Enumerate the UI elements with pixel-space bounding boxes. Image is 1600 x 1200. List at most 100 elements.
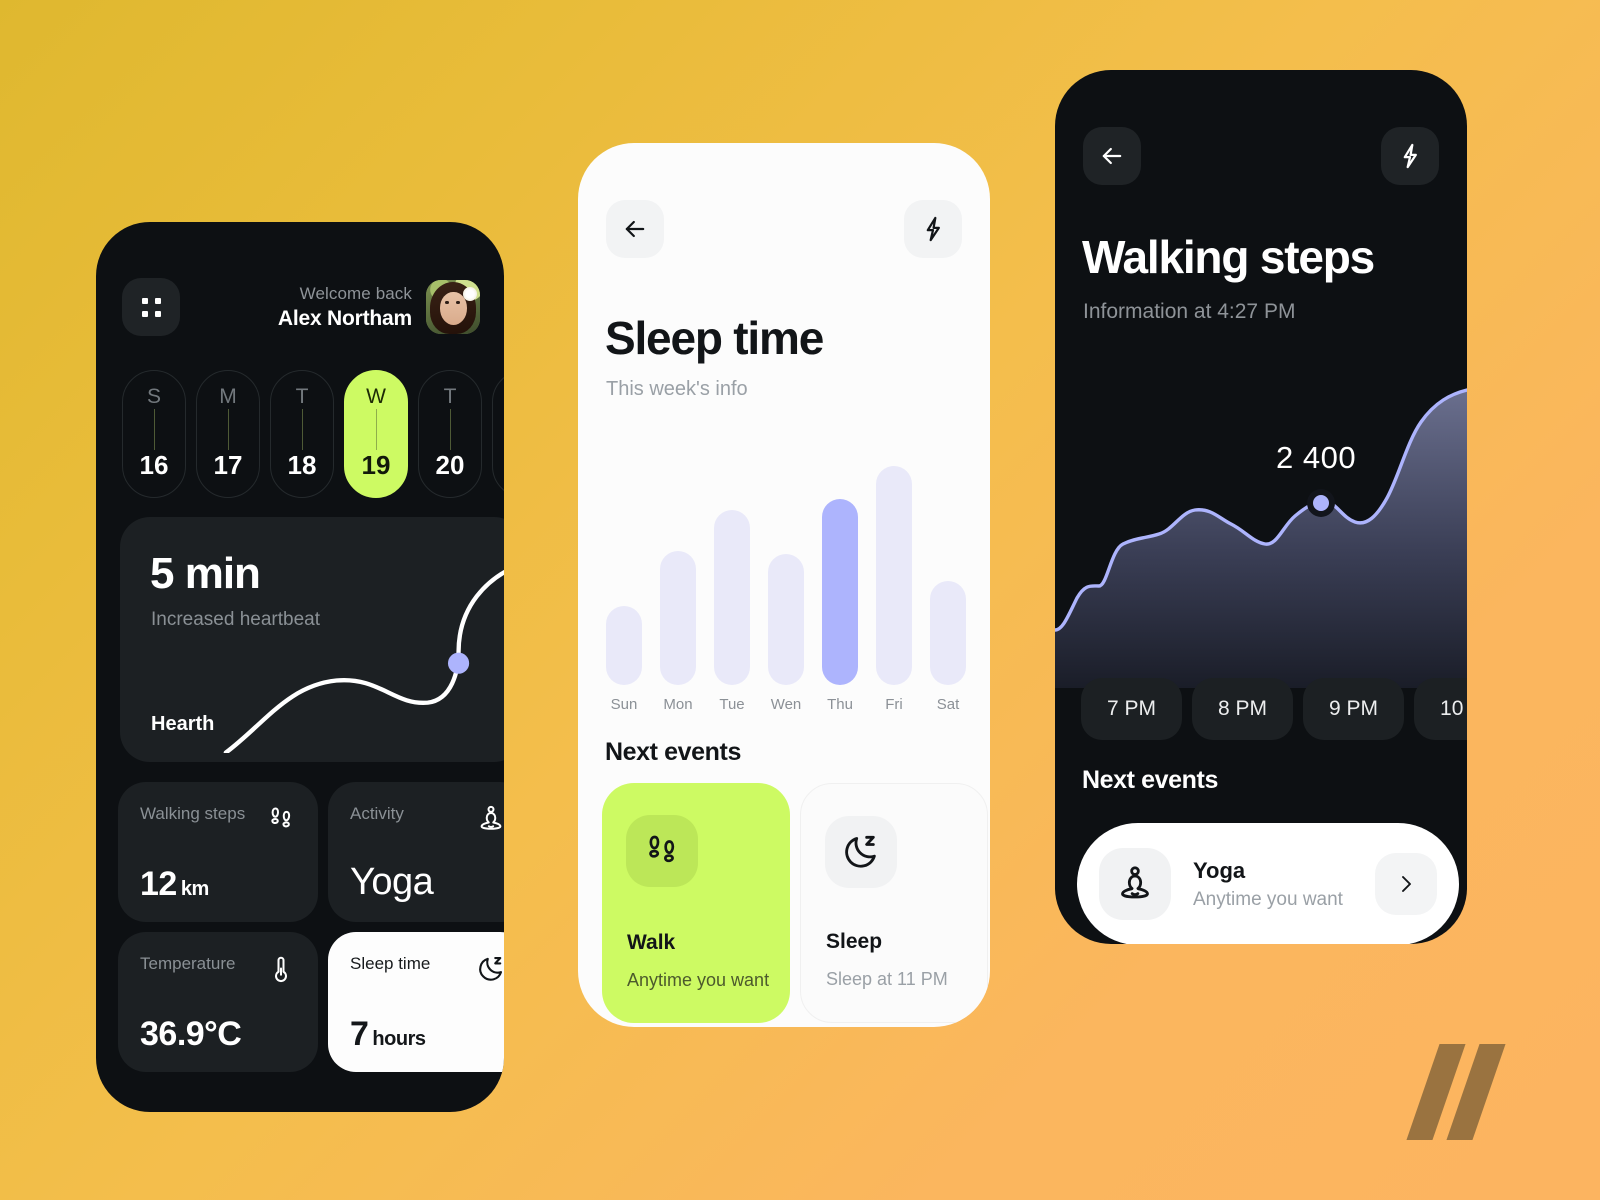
sleep-bar-wen[interactable]: [766, 554, 806, 685]
date-pill-divider: [153, 409, 155, 450]
sleep-bar-fill: [930, 581, 966, 685]
phone-sleep-screen: Sleep time This week's info Sun Mon Tue Wen…: [578, 143, 990, 1027]
avatar[interactable]: [426, 280, 480, 334]
sleep-bar-fill: [606, 606, 642, 685]
yoga-event-card[interactable]: Yoga Anytime you want: [1077, 823, 1459, 944]
date-pill-next-partial[interactable]: [492, 370, 504, 498]
yoga-icon: [476, 804, 504, 834]
event-card-subtitle: Sleep at 11 PM: [826, 969, 948, 989]
sleep-bar-label: Wen: [770, 696, 802, 713]
page-title: Sleep time: [605, 312, 824, 364]
date-pill-divider: [449, 409, 451, 450]
hour-pill-9-pm[interactable]: 9 PM: [1303, 678, 1405, 740]
event-card-title: Sleep: [826, 930, 883, 953]
stat-tile-unit: km: [180, 878, 209, 900]
date-pill-dow: T: [295, 385, 309, 408]
date-pill-20[interactable]: T 20: [418, 370, 482, 498]
arrow-left-icon[interactable]: [606, 200, 664, 258]
date-pill-number: 16: [139, 450, 169, 480]
lightning-bolt-icon[interactable]: [1381, 127, 1439, 185]
yoga-event-subtitle: Anytime you want: [1193, 888, 1343, 910]
moon-zzz-icon: [476, 954, 504, 984]
stat-tile-label: Walking steps: [140, 804, 246, 823]
user-greeting: Welcome back Alex Northam: [278, 280, 480, 334]
sleep-bar-fill: [660, 551, 696, 685]
user-name: Alex Northam: [277, 306, 412, 330]
stat-tile-value: 7 hours: [350, 1015, 426, 1053]
date-pill-number: 18: [287, 450, 317, 480]
sleep-bar-tue[interactable]: [712, 510, 752, 685]
sleep-bar-sat[interactable]: [928, 581, 968, 685]
home-header: Welcome back Alex Northam: [122, 276, 480, 338]
date-pill-dow: W: [366, 385, 386, 408]
event-card-title: Walk: [627, 931, 676, 954]
sleep-bar-label: Tue: [719, 696, 745, 713]
steps-value-annotation: 2 400: [1276, 440, 1357, 475]
welcome-label: Welcome back: [299, 283, 412, 303]
sleep-bar-label: Thu: [827, 696, 853, 713]
stat-tile-label: Activity: [350, 804, 404, 823]
stat-tile-sleep-time[interactable]: Sleep time 7 hours: [328, 932, 504, 1072]
sleep-bar-fri[interactable]: [874, 466, 914, 685]
date-pill-dow: T: [443, 385, 457, 408]
date-pill-number: 20: [435, 450, 465, 480]
grid-dots-icon[interactable]: [122, 278, 180, 336]
stat-tile-walking-steps[interactable]: Walking steps 12 km: [118, 782, 318, 922]
stat-tile-value: 36.9°C: [140, 1015, 242, 1053]
stat-tile-label: Sleep time: [350, 954, 431, 973]
date-pill-divider: [375, 409, 377, 450]
sleep-bar-label: Sun: [610, 696, 638, 713]
date-pill-number: 17: [213, 450, 243, 480]
stat-tile-value: 12 km: [140, 865, 209, 903]
page-title: Walking steps: [1082, 231, 1375, 283]
yoga-event-title: Yoga: [1193, 857, 1246, 883]
stat-tile-value: Yoga: [350, 861, 434, 903]
heartbeat-line-chart: [223, 569, 504, 753]
sleep-bar-mon[interactable]: [658, 551, 698, 685]
sleep-bar-label: Mon: [663, 696, 693, 713]
sleep-bar-chart-labels: Sun Mon Tue Wen Thu Fri Sat: [604, 696, 968, 713]
sleep-bar-fill: [876, 466, 912, 685]
sleep-bar-fill: [714, 510, 750, 685]
footsteps-icon: [626, 815, 698, 887]
event-card-walk[interactable]: Walk Anytime you want: [602, 783, 790, 1023]
steps-header: [1083, 127, 1439, 185]
hour-pill-list[interactable]: 7 PM8 PM9 PM10 PM: [1081, 678, 1467, 740]
stat-tile-temperature[interactable]: Temperature 36.9°C: [118, 932, 318, 1072]
stat-tile-activity[interactable]: Activity Yoga: [328, 782, 504, 922]
next-events-list: Walk Anytime you want Sleep Sleep at 11 PM: [602, 783, 990, 1023]
event-card-sleep[interactable]: Sleep Sleep at 11 PM: [800, 783, 988, 1023]
next-events-heading: Next events: [605, 738, 741, 766]
arrow-left-icon[interactable]: [1083, 127, 1141, 185]
date-pill-divider: [301, 409, 303, 450]
hour-pill-10-pm[interactable]: 10 PM: [1414, 678, 1467, 740]
footsteps-icon: [266, 804, 296, 834]
heartbeat-card[interactable]: 5 min Increased heartbeat Hearth: [120, 517, 504, 762]
date-pill-number: 19: [361, 450, 391, 480]
stat-tile-unit: hours: [372, 1028, 426, 1050]
sleep-bar-sun[interactable]: [604, 606, 644, 685]
date-pill-17[interactable]: M 17: [196, 370, 260, 498]
thermometer-icon: [266, 954, 296, 984]
sleep-bar-label: Fri: [885, 696, 903, 713]
hour-pill-7-pm[interactable]: 7 PM: [1081, 678, 1183, 740]
page-subtitle: Information at 4:27 PM: [1083, 300, 1296, 323]
sleep-bar-fill: [768, 554, 804, 685]
date-pill-16[interactable]: S 16: [122, 370, 186, 498]
event-card-subtitle: Anytime you want: [627, 970, 770, 990]
chevron-right-icon[interactable]: [1375, 853, 1437, 915]
sleep-bar-thu[interactable]: [820, 499, 860, 685]
page-subtitle: This week's info: [606, 378, 748, 400]
date-pill-18[interactable]: T 18: [270, 370, 334, 498]
double-slash-logo: [1405, 1030, 1515, 1140]
next-events-heading: Next events: [1082, 766, 1218, 794]
stat-tiles: Walking steps 12 km Activity Yoga Temperature…: [118, 782, 504, 1072]
moon-zzz-icon: [825, 816, 897, 888]
sleep-bar-chart: [604, 455, 968, 685]
date-selector[interactable]: S 16 M 17 T 18 W 19 T 20: [122, 370, 504, 498]
date-pill-19[interactable]: W 19: [344, 370, 408, 498]
date-pill-divider: [227, 409, 229, 450]
lightning-bolt-icon[interactable]: [904, 200, 962, 258]
hour-pill-8-pm[interactable]: 8 PM: [1192, 678, 1294, 740]
date-pill-dow: M: [219, 385, 237, 408]
